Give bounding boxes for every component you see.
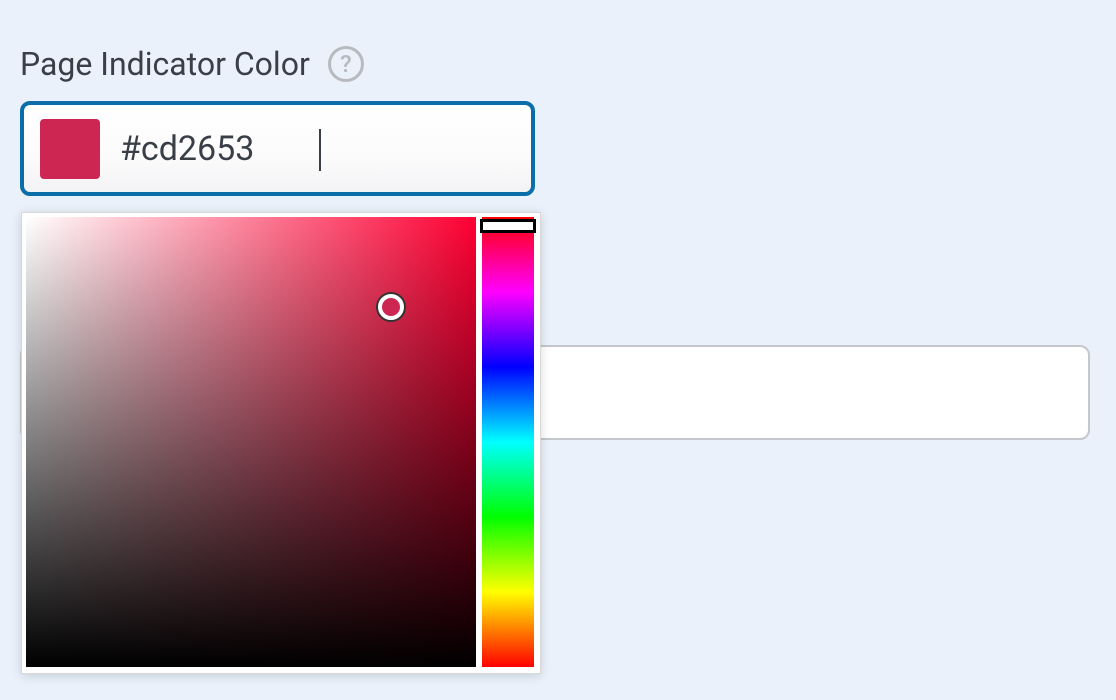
field-label: Page Indicator Color — [20, 45, 310, 83]
color-input[interactable]: #cd2653 — [20, 101, 535, 196]
hue-slider-cursor — [480, 219, 536, 233]
text-caret — [319, 129, 321, 171]
value-gradient — [26, 217, 476, 667]
color-swatch[interactable] — [40, 119, 100, 179]
field-label-row: Page Indicator Color ? — [20, 45, 1096, 83]
color-picker-panel — [21, 212, 541, 674]
saturation-value-area[interactable] — [26, 217, 476, 667]
hue-slider[interactable] — [482, 217, 534, 667]
color-hex-text[interactable]: #cd2653 — [120, 129, 515, 169]
help-icon[interactable]: ? — [328, 46, 364, 82]
